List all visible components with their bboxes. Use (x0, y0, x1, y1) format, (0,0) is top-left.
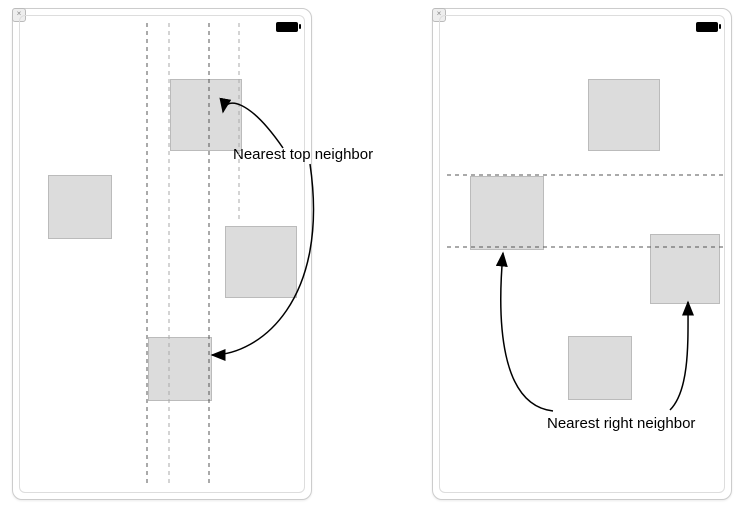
device-left: × (12, 8, 312, 500)
battery-icon (696, 22, 718, 32)
screen-left (19, 15, 305, 493)
box-B (48, 175, 112, 239)
box-D (568, 336, 632, 400)
box-C (225, 226, 297, 298)
label-nearest-right: Nearest right neighbor (547, 415, 695, 432)
box-B (470, 176, 544, 250)
box-C (650, 234, 720, 304)
box-A (588, 79, 660, 151)
battery-icon (276, 22, 298, 32)
box-D (148, 337, 212, 401)
label-nearest-top: Nearest top neighbor (233, 146, 373, 163)
box-A (170, 79, 242, 151)
